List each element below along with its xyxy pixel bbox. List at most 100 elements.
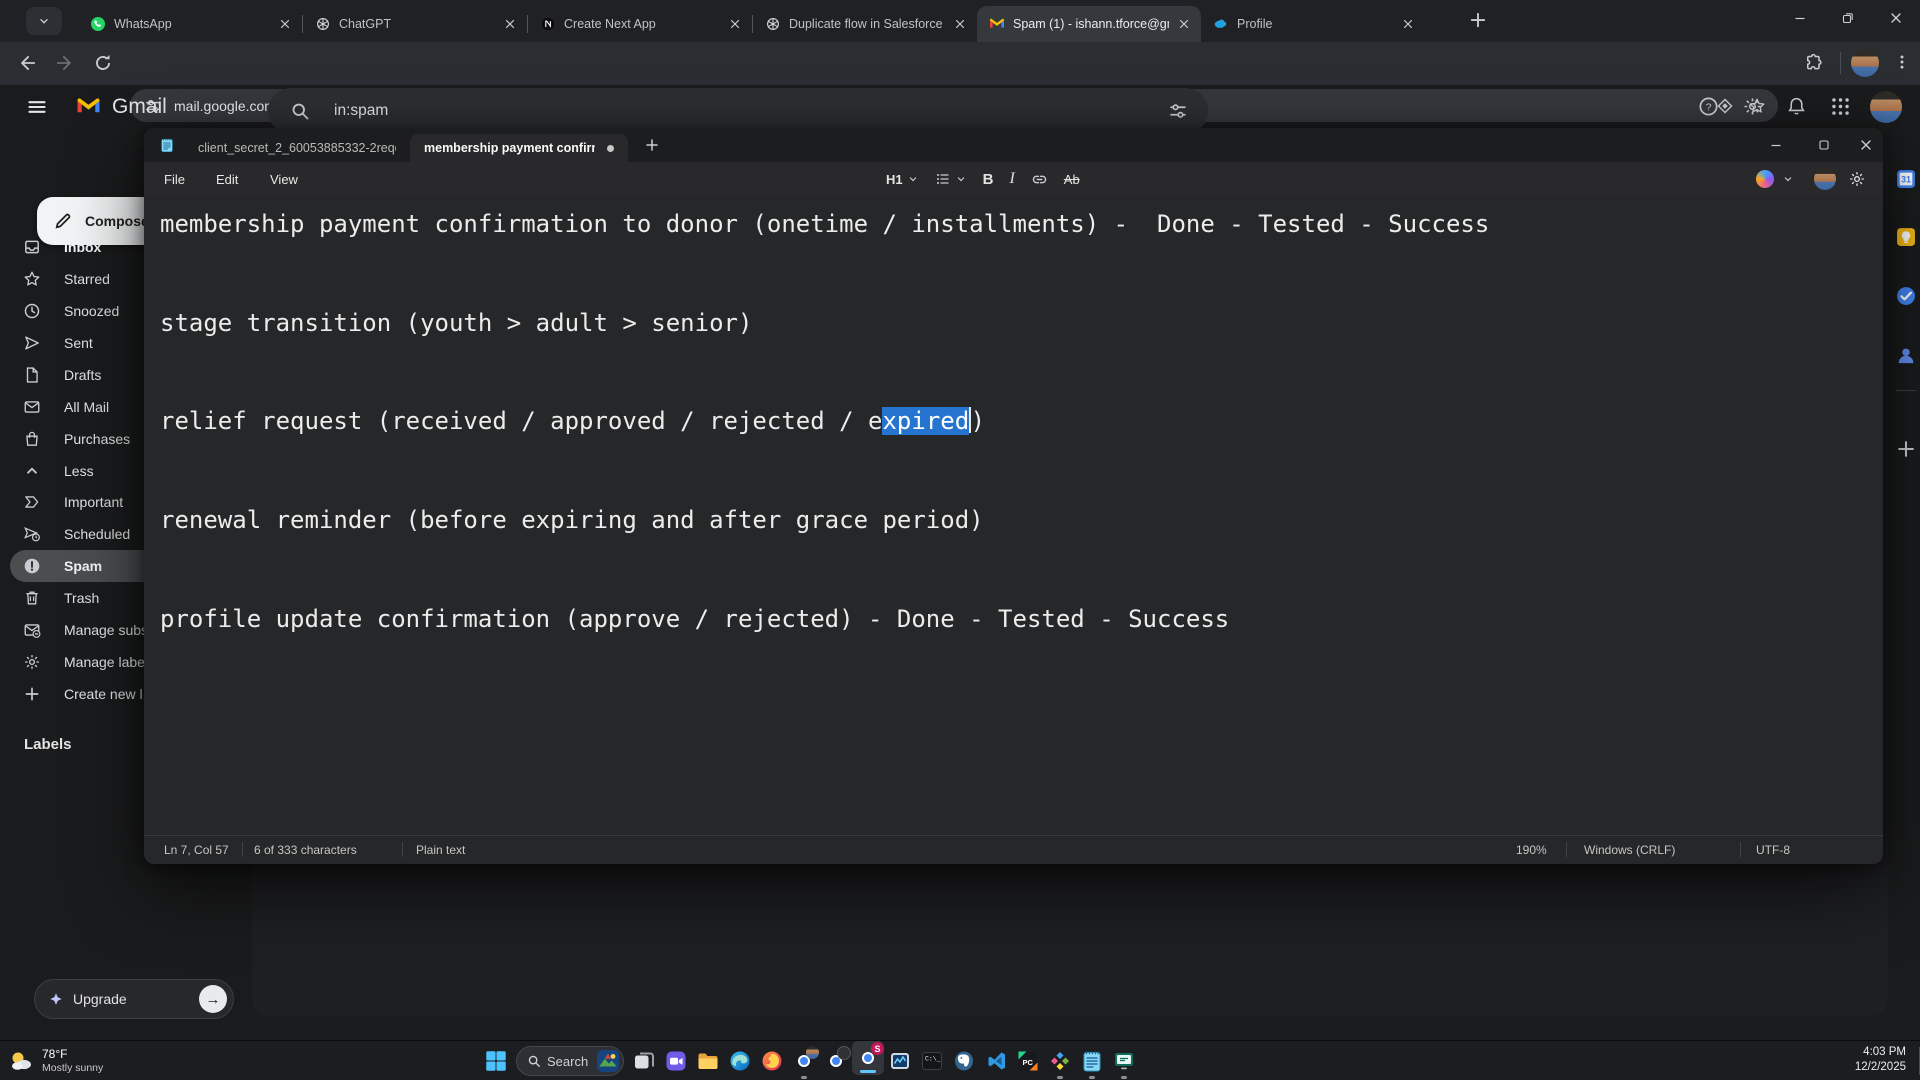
tab-close-icon[interactable] — [728, 17, 742, 31]
window-close-button[interactable] — [1873, 0, 1919, 36]
taskbar-app-chrome-profile-1[interactable] — [788, 1041, 820, 1080]
tab-close-icon[interactable] — [278, 17, 292, 31]
clear-format-button[interactable]: Ab — [1064, 172, 1080, 187]
reload-icon[interactable] — [92, 52, 114, 74]
status-document-mode[interactable]: Plain text — [416, 836, 465, 863]
browser-tab[interactable]: ChatGPT — [303, 6, 527, 42]
menu-file[interactable]: File — [158, 162, 191, 196]
tab-close-icon[interactable] — [503, 17, 517, 31]
contacts-icon[interactable] — [1895, 345, 1917, 367]
gmail-search-query[interactable]: in:spam — [334, 102, 388, 120]
browser-tab[interactable]: Duplicate flow in Salesforce — [753, 6, 977, 42]
favicon-whatsapp-icon — [90, 16, 106, 32]
taskbar-clock[interactable]: 4:03 PM 12/2/2025 — [1855, 1045, 1906, 1075]
menu-view[interactable]: View — [264, 162, 304, 196]
editor-line[interactable]: membership payment confirmation to donor… — [160, 208, 1489, 241]
browser-tab[interactable]: Spam (1) - ishann.tforce@gmai — [977, 6, 1201, 42]
editor-line[interactable]: relief request (received / approved / re… — [160, 405, 1489, 438]
forward-icon[interactable] — [54, 52, 76, 74]
taskbar-app-pinwheel-app[interactable] — [1044, 1041, 1076, 1080]
editor-line[interactable] — [160, 372, 1489, 405]
status-zoom-level[interactable]: 190% — [1516, 836, 1547, 863]
heading-style-button[interactable]: H1 — [886, 172, 919, 187]
taskbar-app-chrome-spam-window[interactable]: S — [852, 1041, 884, 1075]
settings-gear-icon[interactable] — [1742, 96, 1763, 117]
list-style-button[interactable] — [935, 171, 967, 187]
copilot-icon[interactable] — [1756, 170, 1774, 188]
notepad-minimize-icon[interactable] — [1754, 136, 1798, 154]
google-apps-grid-icon[interactable] — [1830, 96, 1851, 117]
chevron-down-icon[interactable] — [1782, 173, 1794, 185]
hamburger-menu-icon[interactable] — [26, 96, 48, 118]
browser-menu-kebab-icon[interactable] — [1893, 53, 1911, 71]
gmail-account-avatar[interactable] — [1870, 91, 1902, 123]
notepad-new-tab-icon[interactable] — [644, 137, 660, 153]
editor-line[interactable]: stage transition (youth > adult > senior… — [160, 307, 1489, 340]
window-maximize-button[interactable] — [1825, 0, 1871, 36]
tasks-icon[interactable] — [1895, 285, 1917, 307]
editor-line[interactable] — [160, 438, 1489, 471]
back-icon[interactable] — [16, 52, 38, 74]
editor-line[interactable] — [160, 340, 1489, 373]
notepad-close-icon[interactable] — [1844, 136, 1888, 154]
running-indicator — [1121, 1076, 1127, 1079]
notepad-tab[interactable]: client_secret_2_60053885332-2reqe52rrib — [184, 134, 410, 162]
link-icon[interactable] — [1031, 171, 1048, 188]
editor-line[interactable]: renewal reminder (before expiring and af… — [160, 504, 1489, 537]
taskbar-app-edge[interactable] — [724, 1041, 756, 1080]
italic-button[interactable]: I — [1009, 170, 1014, 188]
taskbar-app-task-manager[interactable] — [884, 1041, 916, 1080]
notepad-account-avatar[interactable] — [1814, 168, 1836, 190]
extensions-puzzle-icon[interactable] — [1804, 53, 1824, 73]
taskbar-app-firefox[interactable] — [756, 1041, 788, 1080]
browser-tab[interactable]: Profile — [1201, 6, 1425, 42]
notifications-bell-icon[interactable] — [1786, 96, 1807, 117]
status-encoding: UTF-8 — [1756, 842, 1790, 857]
taskbar-app-task-view[interactable] — [628, 1041, 660, 1080]
taskbar-app-postgresql[interactable] — [948, 1041, 980, 1080]
search-filter-icon[interactable] — [1168, 101, 1188, 121]
notepad-settings-gear-icon[interactable] — [1848, 170, 1866, 188]
editor-line[interactable] — [160, 537, 1489, 570]
new-tab-button[interactable] — [1468, 10, 1488, 30]
editor-line[interactable] — [160, 471, 1489, 504]
tab-search-button[interactable] — [26, 7, 62, 35]
taskbar-search[interactable]: Search — [516, 1046, 624, 1076]
editor-line[interactable]: profile update confirmation (approve / r… — [160, 603, 1489, 636]
notepad-maximize-icon[interactable] — [1802, 136, 1846, 154]
notepad-tab[interactable]: membership payment confirmation — [410, 134, 628, 162]
editor-line[interactable] — [160, 274, 1489, 307]
menu-edit[interactable]: Edit — [210, 162, 244, 196]
tab-close-icon[interactable] — [1401, 17, 1415, 31]
taskbar-app-taskpro[interactable] — [1108, 1041, 1140, 1080]
editor-line[interactable] — [160, 570, 1489, 603]
browser-profile-avatar[interactable] — [1851, 49, 1879, 77]
taskbar-app-chrome-profile-2[interactable] — [820, 1041, 852, 1080]
taskbar-app-terminal[interactable]: C:\_ — [916, 1041, 948, 1080]
notepad-editor[interactable]: membership payment confirmation to donor… — [144, 196, 1883, 835]
search-icon[interactable] — [290, 101, 310, 121]
taskbar-weather-widget[interactable]: 78°F Mostly sunny — [8, 1041, 103, 1080]
selection-before: relief request (received / approved / re… — [160, 407, 883, 436]
editor-line[interactable] — [160, 241, 1489, 274]
tab-close-icon[interactable] — [1177, 17, 1191, 31]
browser-tab[interactable]: Create Next App — [528, 6, 752, 42]
alert-icon — [0, 557, 64, 575]
tab-close-icon[interactable] — [953, 17, 967, 31]
taskbar-app-vscode[interactable] — [980, 1041, 1012, 1080]
calendar-icon[interactable]: 31 — [1895, 168, 1917, 190]
upgrade-button[interactable]: Upgrade → — [34, 979, 234, 1019]
badge-dark-icon — [837, 1046, 851, 1060]
plus-icon[interactable] — [1895, 438, 1917, 460]
taskbar-app-pycharm[interactable]: PC — [1012, 1041, 1044, 1080]
taskbar-app-file-explorer[interactable] — [692, 1041, 724, 1080]
browser-tab[interactable]: WhatsApp — [78, 6, 302, 42]
window-minimize-button[interactable] — [1777, 0, 1823, 36]
taskbar-app-video-app[interactable] — [660, 1041, 692, 1080]
taskbar-app-notepad[interactable] — [1076, 1041, 1108, 1080]
bold-button[interactable]: B — [983, 171, 994, 188]
gmail-logo-icon — [72, 94, 105, 119]
start-button[interactable] — [480, 1041, 512, 1080]
keep-icon[interactable] — [1895, 226, 1917, 248]
help-icon[interactable]: ? — [1698, 96, 1719, 117]
